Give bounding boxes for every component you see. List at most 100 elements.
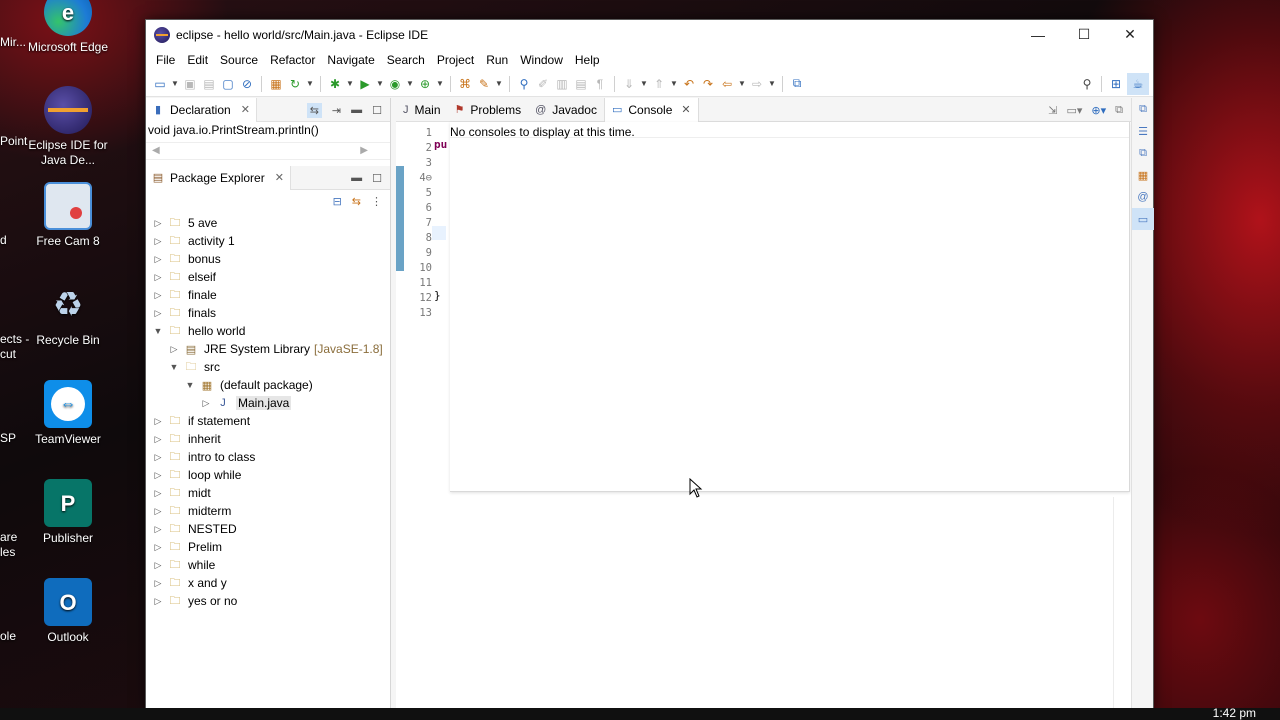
desktop-icon-recycle-bin[interactable]: ♻ Recycle Bin <box>23 281 113 348</box>
close-button[interactable]: ✕ <box>1107 20 1153 49</box>
outline-icon[interactable]: ☰ <box>1132 120 1154 142</box>
tab-console[interactable]: ▭ Console ✕ <box>603 97 699 122</box>
last-edit-icon[interactable]: ↶ <box>681 76 697 92</box>
tab-package-explorer[interactable]: ▤ Package Explorer ✕ <box>146 165 291 190</box>
menu-project[interactable]: Project <box>431 53 480 67</box>
desktop-icon-eclipse[interactable]: Eclipse IDE for Java De... <box>23 86 113 168</box>
chevron-right-icon[interactable]: ▷ <box>152 218 164 229</box>
tree-item-prelim[interactable]: ▷ 🗀 Prelim <box>146 538 390 556</box>
chevron-right-icon[interactable]: ▷ <box>152 236 164 247</box>
close-icon[interactable]: ✕ <box>681 103 690 116</box>
save-all-icon[interactable]: ▤ <box>201 76 217 92</box>
tree-item-elseif[interactable]: ▷ 🗀 elseif <box>146 268 390 286</box>
tab-javadoc[interactable]: @ Javadoc <box>528 98 604 122</box>
save-icon[interactable]: ▣ <box>182 76 198 92</box>
tree-item-nested[interactable]: ▷ 🗀 NESTED <box>146 520 390 538</box>
external-tools-icon[interactable]: ⊕ <box>417 76 433 92</box>
chevron-down-icon[interactable]: ▼ <box>640 76 648 92</box>
restore-icon[interactable]: ⧉ <box>1132 98 1154 120</box>
tree-item-jre-system-library[interactable]: ▷ ▤ JRE System Library [JavaSE-1.8] <box>146 340 390 358</box>
console-view-icon[interactable]: ▭ <box>1132 208 1154 230</box>
chevron-right-icon[interactable]: ▷ <box>152 578 164 589</box>
chevron-right-icon[interactable]: ▷ <box>152 596 164 607</box>
restore-icon[interactable]: ⧉ <box>1115 104 1123 117</box>
tab-main[interactable]: J Main <box>396 98 448 122</box>
chevron-down-icon[interactable]: ▼ <box>768 76 776 92</box>
search-icon[interactable]: ⚲ <box>1079 76 1095 92</box>
code-editor[interactable]: 1 2 3 4⊖ 5 6 7 8 9 10 11 12 13 pu } No consoles to d… <box>396 122 1131 708</box>
chevron-right-icon[interactable]: ▷ <box>152 560 164 571</box>
forward-icon[interactable]: ⇨ <box>749 76 765 92</box>
desktop-icon-edge[interactable]: e Microsoft Edge <box>23 0 113 55</box>
search-tool-icon[interactable]: ✎ <box>476 76 492 92</box>
chevron-right-icon[interactable]: ▷ <box>152 524 164 535</box>
view-menu-icon[interactable]: ⋮ <box>371 195 382 208</box>
open-perspective-icon[interactable]: ⊞ <box>1108 76 1124 92</box>
tree-item-intro-to-class[interactable]: ▷ 🗀 intro to class <box>146 448 390 466</box>
chevron-right-icon[interactable]: ▷ <box>152 254 164 265</box>
chevron-down-icon[interactable]: ▼ <box>184 380 196 390</box>
chevron-down-icon[interactable]: ▼ <box>168 362 180 372</box>
chevron-right-icon[interactable]: ▷ <box>152 542 164 553</box>
chevron-down-icon[interactable]: ▼ <box>406 76 414 92</box>
java-perspective-icon[interactable]: ☕ <box>1127 72 1149 95</box>
show-whitespace-icon[interactable]: ¶ <box>592 76 608 92</box>
restore-icon[interactable]: ⧉ <box>1132 142 1154 164</box>
skip-breakpoints-icon[interactable]: ⊘ <box>239 76 255 92</box>
toggle-mark-icon[interactable]: ⚲ <box>516 76 532 92</box>
previous-annotation-icon[interactable]: ⇑ <box>651 76 667 92</box>
taskbar[interactable]: 1:42 pm <box>0 706 1280 720</box>
chevron-right-icon[interactable]: ▷ <box>152 470 164 481</box>
chevron-down-icon[interactable]: ▼ <box>738 76 746 92</box>
chevron-right-icon[interactable]: ▷ <box>152 290 164 301</box>
minimize-icon[interactable]: ▬ <box>351 172 362 184</box>
chevron-right-icon[interactable]: ▷ <box>152 416 164 427</box>
chevron-down-icon[interactable]: ▼ <box>670 76 678 92</box>
maximize-icon[interactable]: ☐ <box>372 104 382 117</box>
chevron-right-icon[interactable]: ▷ <box>152 308 164 319</box>
tree-item-x-and-y[interactable]: ▷ 🗀 x and y <box>146 574 390 592</box>
menu-source[interactable]: Source <box>214 53 264 67</box>
highlight-icon[interactable]: ✐ <box>535 76 551 92</box>
forward-edit-icon[interactable]: ↷ <box>700 76 716 92</box>
tree-item-yes-or-no[interactable]: ▷ 🗀 yes or no <box>146 592 390 610</box>
open-console-icon[interactable]: ▢ <box>220 76 236 92</box>
tree-item-loop-while[interactable]: ▷ 🗀 loop while <box>146 466 390 484</box>
scroll-right-icon[interactable]: ▶ <box>360 145 368 156</box>
tree-item-src[interactable]: ▼ 🗀 src <box>146 358 390 376</box>
chevron-down-icon[interactable]: ▼ <box>495 76 503 92</box>
open-console-icon[interactable]: ⊕▾ <box>1091 104 1106 117</box>
link-with-editor-icon[interactable]: ⇆ <box>306 102 322 118</box>
desktop-icon-outlook[interactable]: O Outlook <box>23 578 113 645</box>
tree-item-midterm[interactable]: ▷ 🗀 midterm <box>146 502 390 520</box>
menu-window[interactable]: Window <box>514 53 569 67</box>
title-bar[interactable]: eclipse - hello world/src/Main.java - Ec… <box>146 20 1153 49</box>
chevron-right-icon[interactable]: ▷ <box>152 272 164 283</box>
menu-run[interactable]: Run <box>480 53 514 67</box>
display-console-icon[interactable]: ▭▾ <box>1066 104 1082 117</box>
minimize-button[interactable]: — <box>1015 20 1061 49</box>
menu-edit[interactable]: Edit <box>181 53 214 67</box>
chevron-down-icon[interactable]: ▼ <box>346 76 354 92</box>
refresh-icon[interactable]: ↻ <box>287 76 303 92</box>
tree-item-default-package[interactable]: ▼ ▦ (default package) <box>146 376 390 394</box>
chevron-right-icon[interactable]: ▷ <box>168 344 180 355</box>
chevron-down-icon[interactable]: ▼ <box>306 76 314 92</box>
maximize-icon[interactable]: ☐ <box>372 172 382 185</box>
new-icon[interactable]: ▭ <box>152 76 168 92</box>
tree-item-activity-1[interactable]: ▷ 🗀 activity 1 <box>146 232 390 250</box>
problems-view-icon[interactable]: ▦ <box>1132 164 1154 186</box>
tree-item-hello-world[interactable]: ▼ 🗀 hello world <box>146 322 390 340</box>
back-icon[interactable]: ⇦ <box>719 76 735 92</box>
minimize-icon[interactable]: ▬ <box>351 104 362 116</box>
next-annotation-icon[interactable]: ⇓ <box>621 76 637 92</box>
desktop-icon-freecam[interactable]: Free Cam 8 <box>23 182 113 249</box>
run-icon[interactable]: ▶ <box>357 76 373 92</box>
pin-console-icon[interactable]: ⇲ <box>1048 104 1057 117</box>
tree-item-inherit[interactable]: ▷ 🗀 inherit <box>146 430 390 448</box>
chevron-down-icon[interactable]: ▼ <box>171 76 179 92</box>
open-type-icon[interactable]: ⌘ <box>457 76 473 92</box>
close-icon[interactable]: ✕ <box>275 171 284 184</box>
chevron-right-icon[interactable]: ▷ <box>152 434 164 445</box>
chevron-down-icon[interactable]: ▼ <box>152 326 164 336</box>
